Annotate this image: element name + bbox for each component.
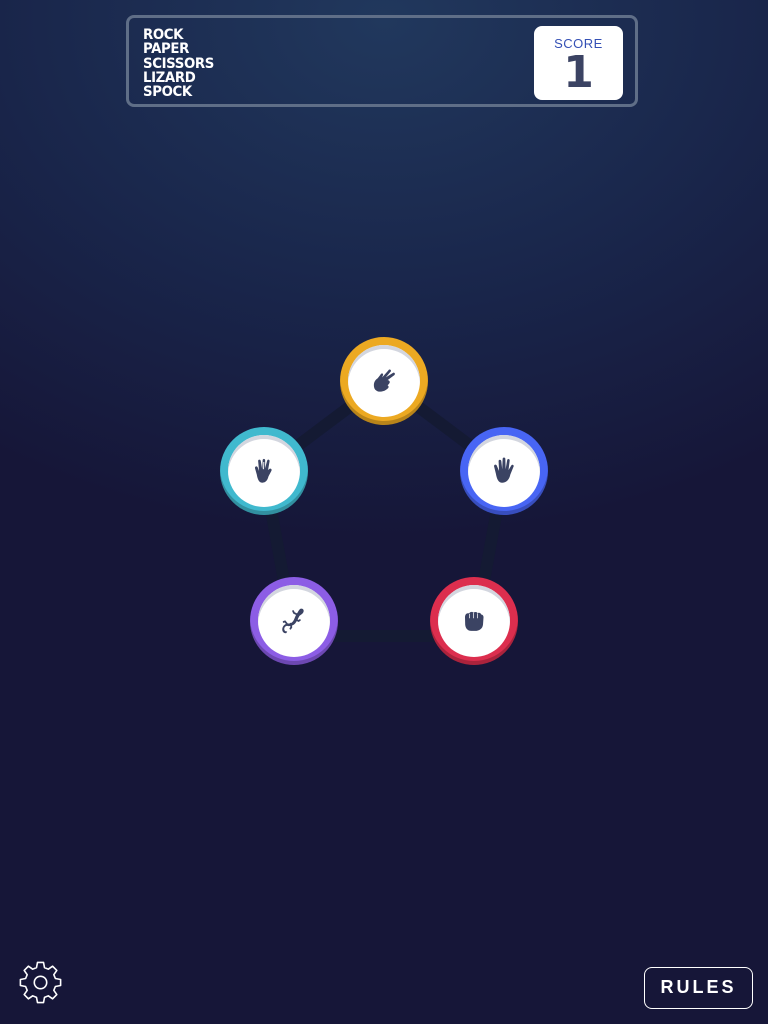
lizard-token-face — [258, 585, 330, 657]
rock-token[interactable] — [430, 577, 518, 665]
spock-icon — [254, 458, 272, 483]
rock-icon — [465, 611, 484, 631]
scissors-token[interactable] — [340, 337, 428, 425]
pentagon-lines — [258, 375, 510, 642]
spock-token[interactable] — [220, 427, 308, 515]
paper-icon — [494, 457, 514, 483]
spock-token-face — [228, 435, 300, 507]
settings-button[interactable] — [18, 960, 63, 1005]
lizard-icon — [282, 608, 304, 634]
paper-token[interactable] — [460, 427, 548, 515]
scissors-token-face — [348, 345, 420, 417]
rules-button[interactable]: RULES — [644, 967, 753, 1009]
paper-token-face — [468, 435, 540, 507]
rock-token-face — [438, 585, 510, 657]
game-board — [0, 0, 768, 1024]
scissors-icon — [373, 369, 395, 392]
gear-icon — [19, 961, 62, 1004]
lizard-token[interactable] — [250, 577, 338, 665]
